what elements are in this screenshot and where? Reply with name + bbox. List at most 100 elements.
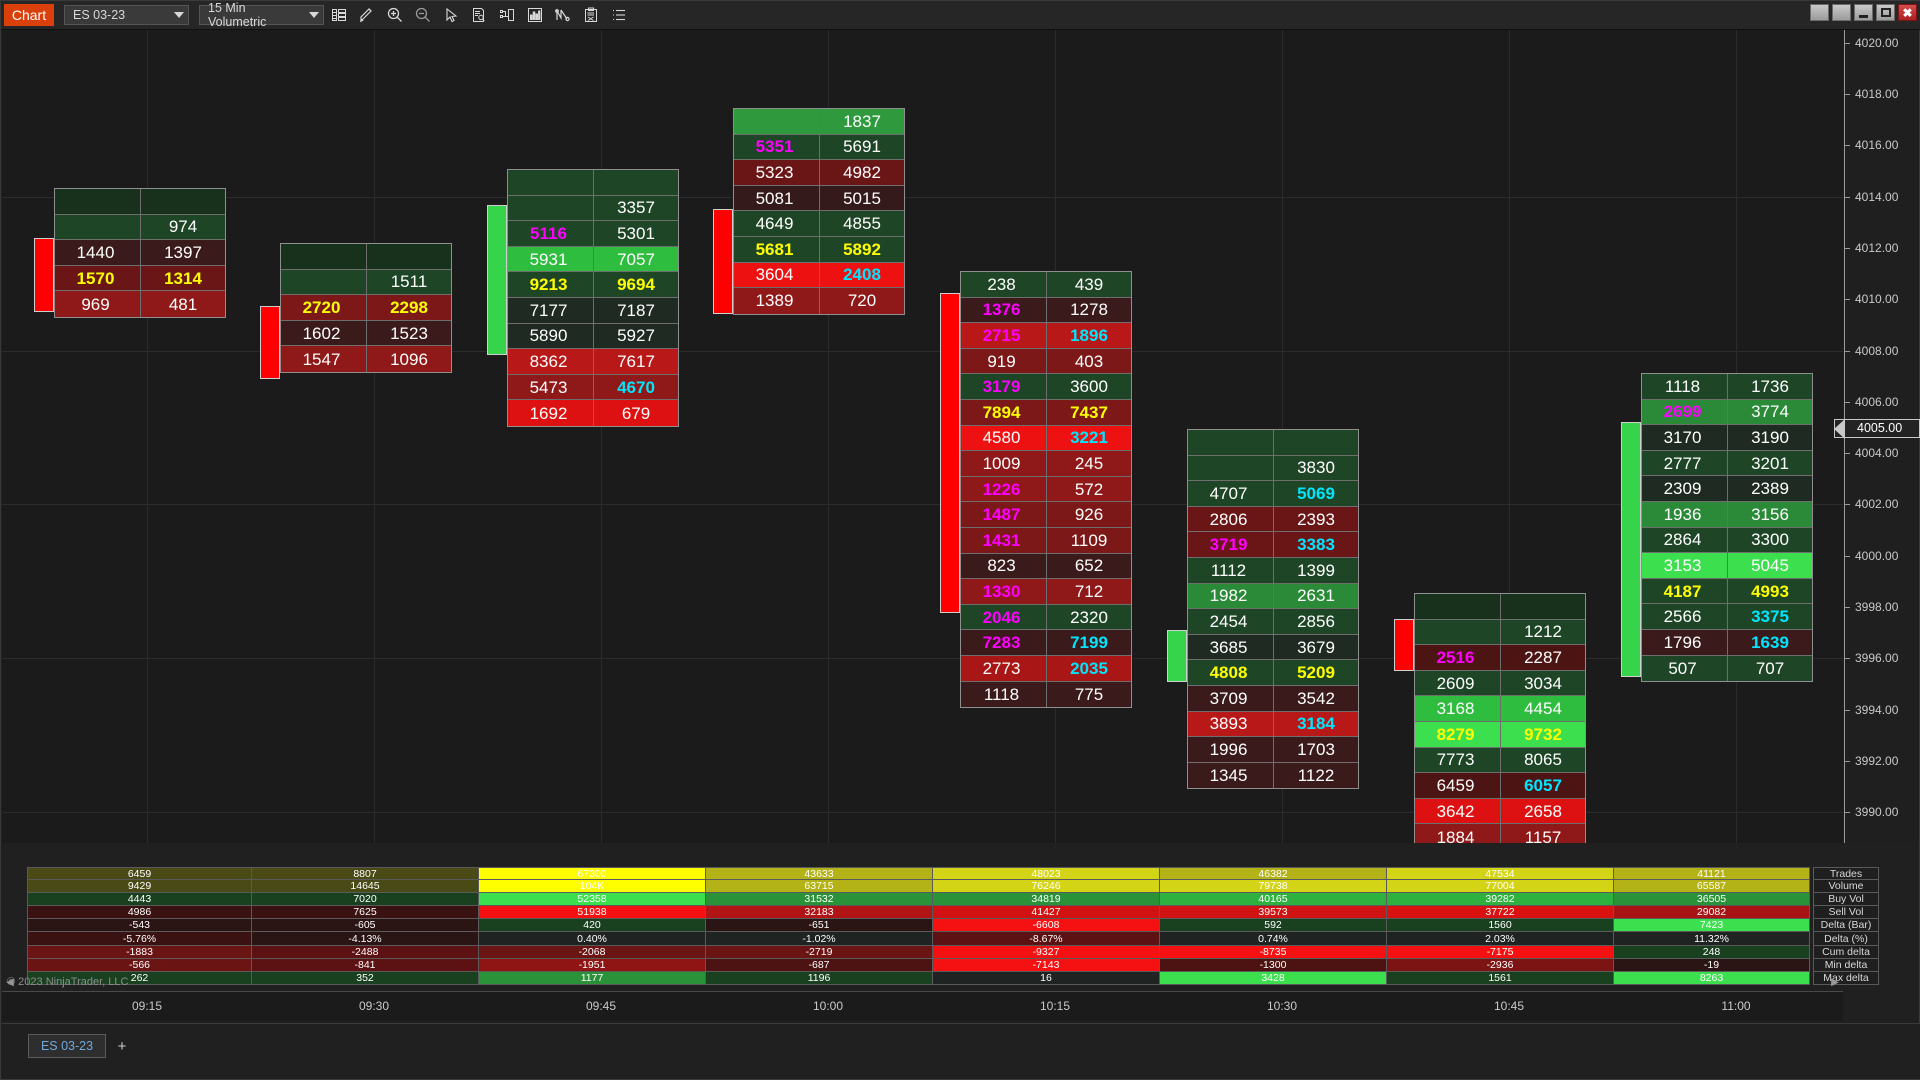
footprint-row[interactable]: 1837 (734, 109, 904, 135)
footprint-row[interactable]: 2699 3774 (1642, 399, 1812, 426)
footprint-row[interactable]: 2715 1896 (961, 323, 1131, 349)
add-tab-button[interactable]: + (112, 1034, 132, 1058)
footprint-row[interactable]: 1345 1122 (1188, 762, 1358, 789)
footprint-row[interactable]: 1118 775 (961, 681, 1131, 708)
footprint-row[interactable]: 2046 2320 (961, 604, 1131, 631)
footprint-row[interactable]: 1884 1157 (1415, 824, 1585, 843)
footprint-row[interactable]: 4580 3221 (961, 425, 1131, 452)
footprint-row[interactable]: 1692 679 (508, 400, 678, 426)
footprint-row[interactable]: 5681 5892 (734, 236, 904, 263)
footprint-row[interactable]: 3830 (1188, 455, 1358, 482)
footprint-row[interactable]: 3604 2408 (734, 262, 904, 289)
indicator-line-icon[interactable] (550, 3, 576, 27)
footprint-row[interactable]: 3168 4454 (1415, 696, 1585, 722)
footprint-row[interactable]: 9213 9694 (508, 272, 678, 298)
pointer-icon[interactable] (438, 3, 464, 27)
footprint-row[interactable]: 1602 1523 (281, 320, 451, 347)
footprint-row[interactable]: 3893 3184 (1188, 711, 1358, 738)
footprint-row[interactable]: 1796 1639 (1642, 629, 1812, 656)
indicator-bars-icon[interactable] (522, 3, 548, 27)
data-series-icon[interactable] (326, 3, 352, 27)
footprint-row[interactable]: 5890 5927 (508, 323, 678, 350)
footprint-row[interactable]: 4649 4855 (734, 211, 904, 237)
footprint-row[interactable]: 1118 1736 (1642, 374, 1812, 400)
footprint-row[interactable]: 823 652 (961, 553, 1131, 580)
footprint-row[interactable]: 1570 1314 (55, 265, 225, 292)
scroll-right-icon[interactable]: ▶ (1829, 976, 1841, 988)
footprint-row[interactable]: 5116 5301 (508, 221, 678, 247)
footprint-row[interactable]: 5473 4670 (508, 374, 678, 401)
footprint-row[interactable]: 1376 1278 (961, 297, 1131, 324)
footprint-row[interactable]: 5323 4982 (734, 160, 904, 186)
footprint-row[interactable]: 7177 7187 (508, 297, 678, 324)
footprint-row[interactable]: 7894 7437 (961, 399, 1131, 426)
order-entry-icon[interactable] (494, 3, 520, 27)
footprint-row[interactable] (1188, 430, 1358, 456)
footprint-row[interactable]: 1431 1109 (961, 527, 1131, 554)
footprint-row[interactable]: 5351 5691 (734, 134, 904, 161)
footprint-row[interactable]: 1511 (281, 269, 451, 296)
tab-es-03-23[interactable]: ES 03-23 (28, 1034, 106, 1058)
footprint-row[interactable]: 2516 2287 (1415, 645, 1585, 671)
footprint-row[interactable]: 3709 3542 (1188, 685, 1358, 712)
properties-icon[interactable] (578, 3, 604, 27)
footprint-row[interactable]: 1982 2631 (1188, 583, 1358, 610)
footprint-row[interactable]: 2773 2035 (961, 655, 1131, 682)
footprint-row[interactable]: 1330 712 (961, 579, 1131, 605)
footprint-row[interactable]: 2806 2393 (1188, 506, 1358, 533)
close-button[interactable]: ✖ (1898, 4, 1917, 21)
footprint-row[interactable]: 1547 1096 (281, 346, 451, 372)
footprint-row[interactable]: 4808 5209 (1188, 660, 1358, 686)
footprint-row[interactable]: 5931 7057 (508, 246, 678, 273)
drawing-pencil-icon[interactable] (354, 3, 380, 27)
footprint-row[interactable]: 2454 2856 (1188, 609, 1358, 635)
footprint-row[interactable] (508, 170, 678, 196)
restore-left-button[interactable] (1810, 4, 1829, 21)
footprint-row[interactable] (1415, 594, 1585, 620)
minimize-button[interactable] (1854, 4, 1873, 21)
footprint-row[interactable]: 1996 1703 (1188, 737, 1358, 763)
footprint-row[interactable]: 3685 3679 (1188, 634, 1358, 661)
footprint-row[interactable]: 969 481 (55, 291, 225, 317)
footprint-row[interactable]: 7283 7199 (961, 630, 1131, 656)
footprint-row[interactable]: 8279 9732 (1415, 721, 1585, 748)
footprint-row[interactable]: 8362 7617 (508, 349, 678, 375)
footprint-row[interactable]: 1936 3156 (1642, 501, 1812, 528)
chart-menu-button[interactable]: Chart (4, 4, 54, 26)
footprint-row[interactable]: 2566 3375 (1642, 604, 1812, 630)
footprint-row[interactable]: 4187 4993 (1642, 578, 1812, 605)
footprint-row[interactable]: 1009 245 (961, 451, 1131, 477)
interval-selector[interactable]: 15 Min Volumetric (199, 1, 324, 29)
footprint-row[interactable]: 507 707 (1642, 655, 1812, 682)
footprint-row[interactable]: 2777 3201 (1642, 450, 1812, 477)
footprint-row[interactable] (281, 244, 451, 270)
restore-right-button[interactable] (1832, 4, 1851, 21)
footprint-row[interactable]: 1487 926 (961, 502, 1131, 528)
footprint-row[interactable]: 5081 5015 (734, 185, 904, 212)
footprint-row[interactable]: 1440 1397 (55, 240, 225, 266)
time-axis[interactable]: 09:15 09:30 09:45 10:00 10:15 10:30 10:45 11:00 (2, 991, 1843, 1021)
zoom-in-icon[interactable] (382, 3, 408, 27)
footprint-row[interactable]: 238 439 (961, 272, 1131, 298)
footprint-row[interactable]: 3153 5045 (1642, 553, 1812, 579)
footprint-row[interactable]: 919 403 (961, 348, 1131, 375)
price-axis[interactable]: 4020.00 4018.00 4016.00 4014.00 4012.00 4010.… (1834, 30, 1920, 843)
footprint-row[interactable]: 3642 2658 (1415, 798, 1585, 825)
zoom-out-icon[interactable] (410, 3, 436, 27)
footprint-row[interactable]: 1226 572 (961, 476, 1131, 503)
footprint-row[interactable]: 3719 3383 (1188, 532, 1358, 558)
maximize-button[interactable] (1876, 4, 1895, 21)
footprint-row[interactable] (55, 189, 225, 215)
footprint-row[interactable]: 1212 (1415, 619, 1585, 646)
footprint-row[interactable]: 4707 5069 (1188, 481, 1358, 507)
footprint-row[interactable]: 3357 (508, 195, 678, 222)
chart-canvas[interactable]: 974 1440 1397 1570 1314 969 481 1511 2720 2298 160… (2, 30, 1843, 843)
footprint-row[interactable]: 3170 3190 (1642, 425, 1812, 451)
footprint-row[interactable]: 2609 3034 (1415, 670, 1585, 697)
footprint-row[interactable]: 2309 2389 (1642, 476, 1812, 502)
footprint-row[interactable]: 7773 8065 (1415, 747, 1585, 774)
data-box-icon[interactable] (466, 3, 492, 27)
footprint-row[interactable]: 6459 6057 (1415, 773, 1585, 799)
footprint-row[interactable]: 974 (55, 214, 225, 241)
list-icon[interactable] (606, 3, 632, 27)
